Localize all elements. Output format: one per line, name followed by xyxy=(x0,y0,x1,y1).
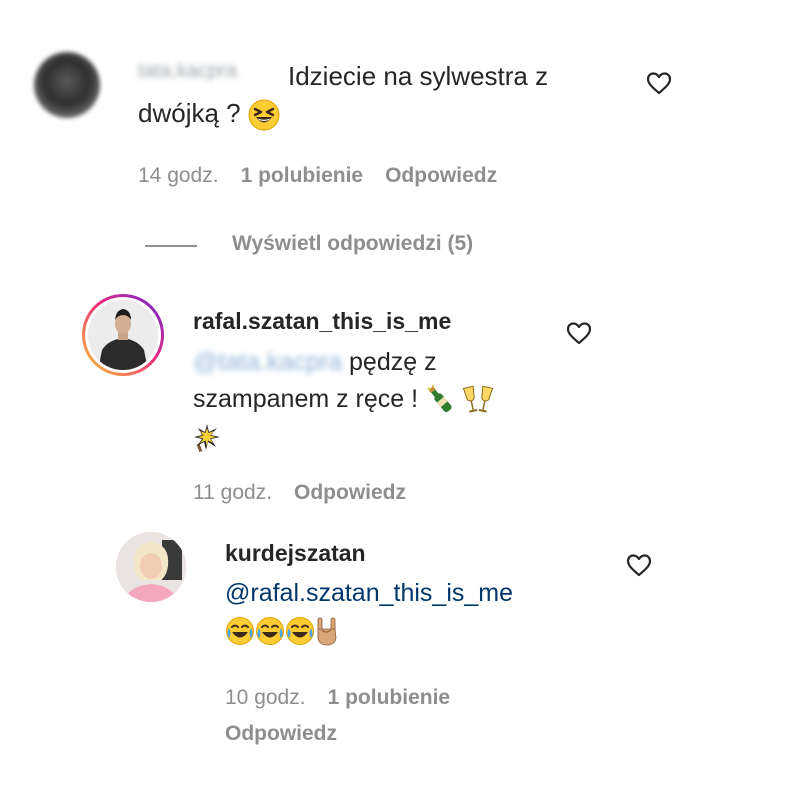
comment-text: @tata.kacpra pędzę z szampanem z ręce ! xyxy=(193,344,563,455)
comment-time[interactable]: 14 godz. xyxy=(138,164,219,187)
sign-of-the-horns-icon xyxy=(317,617,337,646)
avatar-story-ring[interactable] xyxy=(82,294,164,376)
tears-of-joy-icon xyxy=(256,617,284,646)
comment-time[interactable]: 11 godz. xyxy=(193,481,272,504)
comment-time[interactable]: 10 godz. xyxy=(225,686,306,709)
comment-text-line1: Idziecie na sylwestra z xyxy=(288,61,549,91)
avatar-photo xyxy=(116,532,186,602)
comment-text-line2: dwójką ? xyxy=(138,98,241,128)
tears-of-joy-icon xyxy=(286,617,314,646)
sparkler-icon xyxy=(194,424,220,453)
heart-icon[interactable] xyxy=(566,321,592,345)
comment-meta: 11 godz. Odpowiedz xyxy=(193,481,428,505)
avatar[interactable] xyxy=(34,52,100,118)
comment-username[interactable]: rafal.szatan_this_is_me xyxy=(193,308,451,335)
comment-username[interactable]: kurdejszatan xyxy=(225,540,366,567)
avatar xyxy=(88,300,158,370)
likes-count[interactable]: 1 polubienie xyxy=(241,164,364,187)
comment-text-part2: szampanem z ręce ! xyxy=(193,385,419,413)
comment-text: @rafal.szatan_this_is_me xyxy=(225,575,625,649)
comment-text: Idziecie na sylwestra z dwójką ? xyxy=(138,58,618,132)
laughing-face-icon xyxy=(248,99,280,131)
reply-button[interactable]: Odpowiedz xyxy=(225,722,337,745)
heart-icon[interactable] xyxy=(626,553,652,577)
bottle-with-popping-cork-icon xyxy=(427,385,452,413)
mention-link-blurred[interactable]: @tata.kacpra xyxy=(193,344,342,381)
comment-meta: 14 godz. 1 polubienie Odpowiedz xyxy=(138,164,519,188)
likes-count[interactable]: 1 polubienie xyxy=(328,686,451,709)
comment-meta-reply: Odpowiedz xyxy=(225,722,359,746)
reply-button[interactable]: Odpowiedz xyxy=(294,481,406,504)
clinking-glasses-icon xyxy=(462,386,494,413)
tears-of-joy-icon xyxy=(226,617,254,646)
replies-divider xyxy=(145,245,197,247)
mention-link[interactable]: @rafal.szatan_this_is_me xyxy=(225,579,513,607)
heart-icon[interactable] xyxy=(646,71,672,95)
reply-button[interactable]: Odpowiedz xyxy=(385,164,497,187)
comment-text-part1: pędzę z xyxy=(349,348,437,376)
comment-meta: 10 godz. 1 polubienie xyxy=(225,686,472,710)
avatar-photo xyxy=(88,300,158,370)
view-replies-button[interactable]: Wyświetl odpowiedzi (5) xyxy=(232,232,473,256)
avatar[interactable] xyxy=(116,532,186,602)
